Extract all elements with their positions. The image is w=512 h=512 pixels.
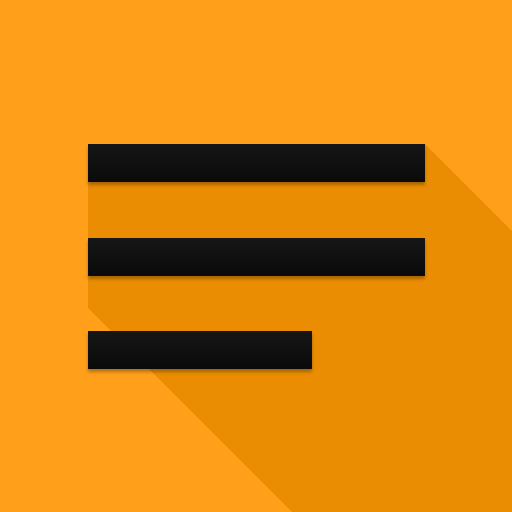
menu-line-bottom [88, 331, 312, 369]
menu-lines-icon [0, 0, 512, 512]
menu-line-middle [88, 238, 425, 276]
menu-line-top [88, 144, 425, 182]
